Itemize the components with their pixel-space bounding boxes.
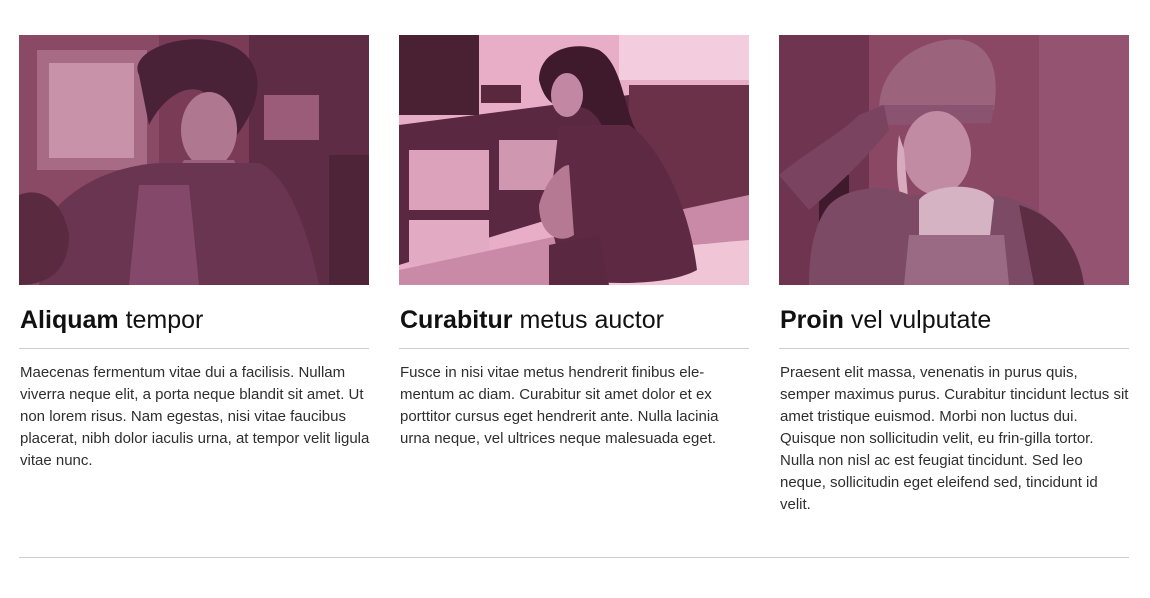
card-title-rest: vel vulputate [843,306,992,334]
card-title-strong: Proin [780,306,844,334]
card-title-rest: tempor [118,306,204,334]
card-text: Maecenas fermentum vitae dui a facilisis… [20,364,370,469]
card-divider [19,348,369,349]
card-divider [399,348,749,349]
card-photo-image [19,35,369,285]
card-photo-image [779,35,1129,285]
card-title-rest: metus auctor [512,306,664,334]
card-title: Aliquam tempor [20,305,369,335]
card-divider [779,348,1129,349]
card-text: Praesent elit massa, venenatis in purus … [780,364,1129,513]
feature-cards: Aliquam tempor Maecenas fermentum vitae … [19,35,1129,525]
card-photo [399,35,749,285]
feature-card: Proin vel vulputate Praesent elit massa,… [779,35,1129,516]
feature-card: Aliquam tempor Maecenas fermentum vitae … [19,35,369,472]
card-title-strong: Aliquam [20,306,119,334]
feature-card: Curabitur metus auctor Fusce in nisi vit… [399,35,749,450]
section-bottom-divider [19,557,1129,558]
card-title-strong: Curabitur [400,306,513,334]
card-photo [779,35,1129,285]
card-text: Fusce in nisi vitae metus hendrerit fini… [400,364,719,447]
card-title: Curabitur metus auctor [400,305,749,335]
card-photo-image [399,35,749,285]
card-photo [19,35,369,285]
card-title: Proin vel vulputate [780,305,1129,335]
